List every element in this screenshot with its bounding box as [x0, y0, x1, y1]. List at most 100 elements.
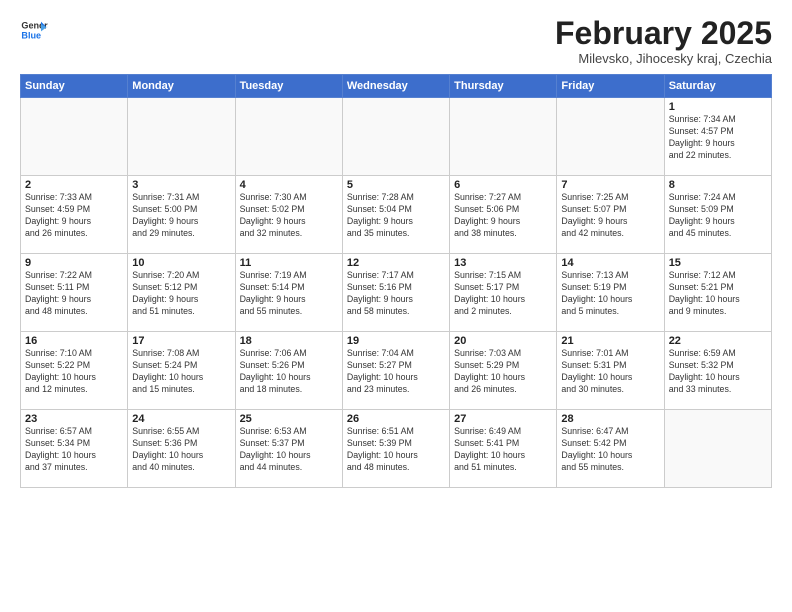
day-number: 26 [347, 413, 445, 425]
day-info: Sunrise: 6:53 AM Sunset: 5:37 PM Dayligh… [240, 426, 338, 474]
day-cell: 4Sunrise: 7:30 AM Sunset: 5:02 PM Daylig… [235, 176, 342, 254]
day-info: Sunrise: 7:33 AM Sunset: 4:59 PM Dayligh… [25, 192, 123, 240]
day-cell [342, 98, 449, 176]
day-cell: 6Sunrise: 7:27 AM Sunset: 5:06 PM Daylig… [450, 176, 557, 254]
day-cell: 25Sunrise: 6:53 AM Sunset: 5:37 PM Dayli… [235, 410, 342, 488]
day-number: 27 [454, 413, 552, 425]
day-number: 25 [240, 413, 338, 425]
day-number: 7 [561, 179, 659, 191]
day-cell: 3Sunrise: 7:31 AM Sunset: 5:00 PM Daylig… [128, 176, 235, 254]
day-cell: 20Sunrise: 7:03 AM Sunset: 5:29 PM Dayli… [450, 332, 557, 410]
day-cell [128, 98, 235, 176]
day-cell: 27Sunrise: 6:49 AM Sunset: 5:41 PM Dayli… [450, 410, 557, 488]
week-row: 16Sunrise: 7:10 AM Sunset: 5:22 PM Dayli… [21, 332, 772, 410]
day-info: Sunrise: 7:27 AM Sunset: 5:06 PM Dayligh… [454, 192, 552, 240]
day-cell: 14Sunrise: 7:13 AM Sunset: 5:19 PM Dayli… [557, 254, 664, 332]
day-number: 9 [25, 257, 123, 269]
header: General Blue February 2025 Milevsko, Jih… [20, 16, 772, 66]
day-number: 2 [25, 179, 123, 191]
week-row: 2Sunrise: 7:33 AM Sunset: 4:59 PM Daylig… [21, 176, 772, 254]
day-cell [235, 98, 342, 176]
weekday-header: Thursday [450, 75, 557, 98]
week-row: 1Sunrise: 7:34 AM Sunset: 4:57 PM Daylig… [21, 98, 772, 176]
day-number: 19 [347, 335, 445, 347]
day-info: Sunrise: 6:47 AM Sunset: 5:42 PM Dayligh… [561, 426, 659, 474]
day-cell: 24Sunrise: 6:55 AM Sunset: 5:36 PM Dayli… [128, 410, 235, 488]
logo: General Blue [20, 16, 48, 44]
weekday-header: Saturday [664, 75, 771, 98]
day-number: 16 [25, 335, 123, 347]
day-cell: 12Sunrise: 7:17 AM Sunset: 5:16 PM Dayli… [342, 254, 449, 332]
day-number: 11 [240, 257, 338, 269]
day-info: Sunrise: 6:49 AM Sunset: 5:41 PM Dayligh… [454, 426, 552, 474]
day-info: Sunrise: 7:30 AM Sunset: 5:02 PM Dayligh… [240, 192, 338, 240]
day-number: 6 [454, 179, 552, 191]
day-info: Sunrise: 7:24 AM Sunset: 5:09 PM Dayligh… [669, 192, 767, 240]
day-cell: 21Sunrise: 7:01 AM Sunset: 5:31 PM Dayli… [557, 332, 664, 410]
day-cell [557, 98, 664, 176]
day-cell: 16Sunrise: 7:10 AM Sunset: 5:22 PM Dayli… [21, 332, 128, 410]
day-cell: 26Sunrise: 6:51 AM Sunset: 5:39 PM Dayli… [342, 410, 449, 488]
day-info: Sunrise: 7:06 AM Sunset: 5:26 PM Dayligh… [240, 348, 338, 396]
day-number: 5 [347, 179, 445, 191]
day-info: Sunrise: 7:34 AM Sunset: 4:57 PM Dayligh… [669, 114, 767, 162]
calendar-table: SundayMondayTuesdayWednesdayThursdayFrid… [20, 74, 772, 488]
day-cell: 18Sunrise: 7:06 AM Sunset: 5:26 PM Dayli… [235, 332, 342, 410]
day-cell: 1Sunrise: 7:34 AM Sunset: 4:57 PM Daylig… [664, 98, 771, 176]
weekday-header: Monday [128, 75, 235, 98]
day-info: Sunrise: 6:51 AM Sunset: 5:39 PM Dayligh… [347, 426, 445, 474]
day-number: 20 [454, 335, 552, 347]
day-info: Sunrise: 7:10 AM Sunset: 5:22 PM Dayligh… [25, 348, 123, 396]
day-number: 15 [669, 257, 767, 269]
day-cell: 15Sunrise: 7:12 AM Sunset: 5:21 PM Dayli… [664, 254, 771, 332]
day-info: Sunrise: 7:22 AM Sunset: 5:11 PM Dayligh… [25, 270, 123, 318]
day-cell: 22Sunrise: 6:59 AM Sunset: 5:32 PM Dayli… [664, 332, 771, 410]
day-number: 1 [669, 101, 767, 113]
day-cell [21, 98, 128, 176]
day-number: 3 [132, 179, 230, 191]
day-cell: 8Sunrise: 7:24 AM Sunset: 5:09 PM Daylig… [664, 176, 771, 254]
day-cell: 11Sunrise: 7:19 AM Sunset: 5:14 PM Dayli… [235, 254, 342, 332]
day-cell [664, 410, 771, 488]
logo-icon: General Blue [20, 16, 48, 44]
day-info: Sunrise: 6:55 AM Sunset: 5:36 PM Dayligh… [132, 426, 230, 474]
weekday-header: Friday [557, 75, 664, 98]
day-cell: 17Sunrise: 7:08 AM Sunset: 5:24 PM Dayli… [128, 332, 235, 410]
week-row: 9Sunrise: 7:22 AM Sunset: 5:11 PM Daylig… [21, 254, 772, 332]
weekday-header: Tuesday [235, 75, 342, 98]
calendar-page: General Blue February 2025 Milevsko, Jih… [0, 0, 792, 612]
day-number: 4 [240, 179, 338, 191]
day-cell: 19Sunrise: 7:04 AM Sunset: 5:27 PM Dayli… [342, 332, 449, 410]
day-cell: 23Sunrise: 6:57 AM Sunset: 5:34 PM Dayli… [21, 410, 128, 488]
day-number: 28 [561, 413, 659, 425]
weekday-header: Sunday [21, 75, 128, 98]
calendar-title: February 2025 [555, 16, 772, 51]
day-number: 8 [669, 179, 767, 191]
weekday-header-row: SundayMondayTuesdayWednesdayThursdayFrid… [21, 75, 772, 98]
day-number: 13 [454, 257, 552, 269]
day-number: 18 [240, 335, 338, 347]
calendar-subtitle: Milevsko, Jihocesky kraj, Czechia [555, 51, 772, 66]
day-cell: 7Sunrise: 7:25 AM Sunset: 5:07 PM Daylig… [557, 176, 664, 254]
day-info: Sunrise: 7:20 AM Sunset: 5:12 PM Dayligh… [132, 270, 230, 318]
day-cell: 10Sunrise: 7:20 AM Sunset: 5:12 PM Dayli… [128, 254, 235, 332]
day-cell: 2Sunrise: 7:33 AM Sunset: 4:59 PM Daylig… [21, 176, 128, 254]
day-info: Sunrise: 7:13 AM Sunset: 5:19 PM Dayligh… [561, 270, 659, 318]
day-cell [450, 98, 557, 176]
day-info: Sunrise: 7:08 AM Sunset: 5:24 PM Dayligh… [132, 348, 230, 396]
day-info: Sunrise: 6:57 AM Sunset: 5:34 PM Dayligh… [25, 426, 123, 474]
title-section: February 2025 Milevsko, Jihocesky kraj, … [555, 16, 772, 66]
day-info: Sunrise: 7:31 AM Sunset: 5:00 PM Dayligh… [132, 192, 230, 240]
svg-text:Blue: Blue [21, 30, 41, 40]
day-info: Sunrise: 7:12 AM Sunset: 5:21 PM Dayligh… [669, 270, 767, 318]
day-number: 24 [132, 413, 230, 425]
day-number: 21 [561, 335, 659, 347]
day-info: Sunrise: 7:03 AM Sunset: 5:29 PM Dayligh… [454, 348, 552, 396]
day-number: 10 [132, 257, 230, 269]
day-info: Sunrise: 7:28 AM Sunset: 5:04 PM Dayligh… [347, 192, 445, 240]
day-info: Sunrise: 7:17 AM Sunset: 5:16 PM Dayligh… [347, 270, 445, 318]
day-info: Sunrise: 7:04 AM Sunset: 5:27 PM Dayligh… [347, 348, 445, 396]
week-row: 23Sunrise: 6:57 AM Sunset: 5:34 PM Dayli… [21, 410, 772, 488]
day-cell: 28Sunrise: 6:47 AM Sunset: 5:42 PM Dayli… [557, 410, 664, 488]
day-number: 23 [25, 413, 123, 425]
